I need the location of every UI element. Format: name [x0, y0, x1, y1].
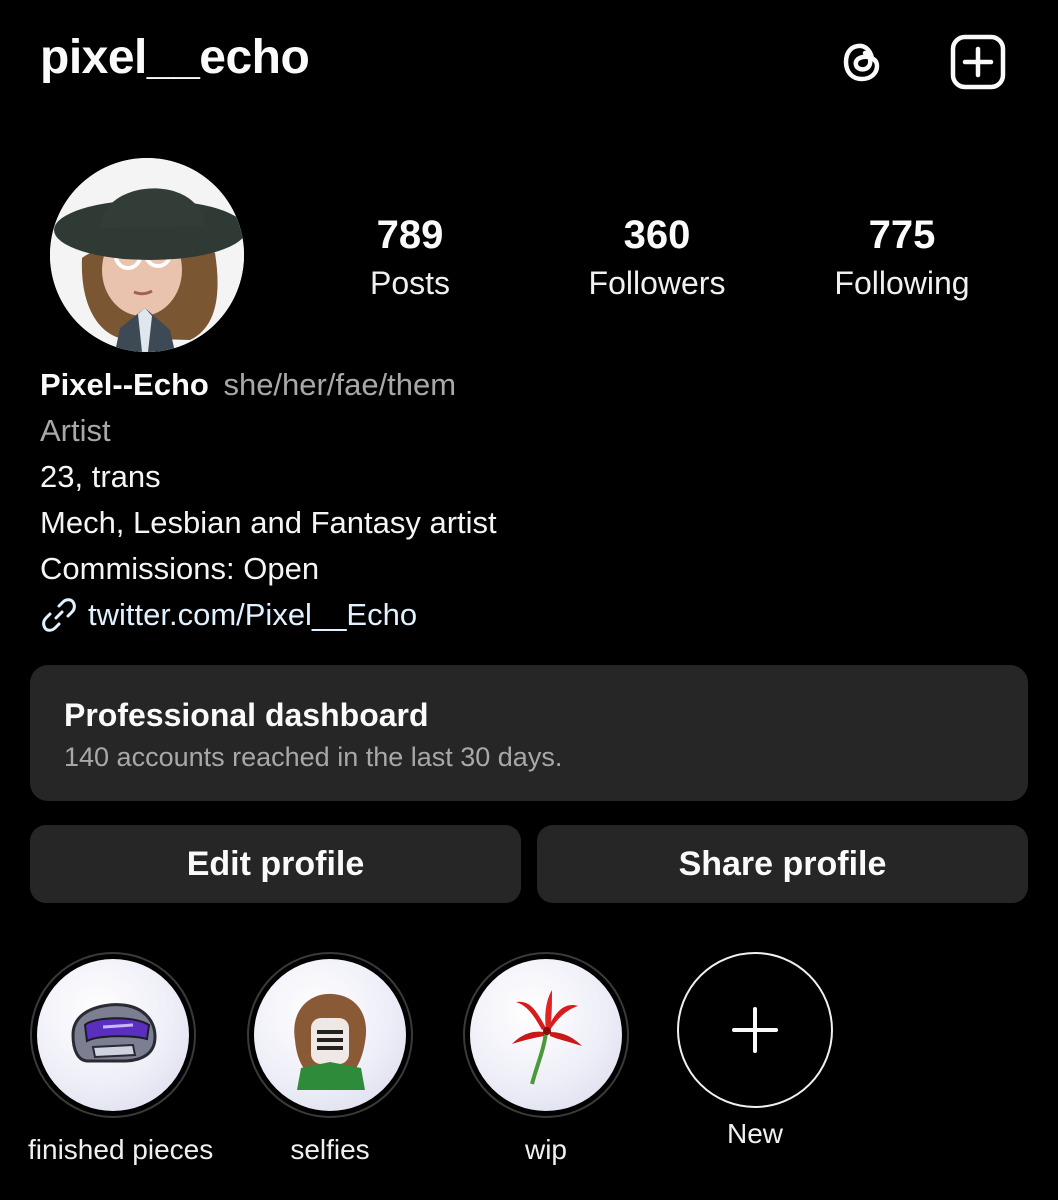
highlight-selfies[interactable]: selfies: [245, 952, 415, 1166]
profile-username[interactable]: pixel__echo: [40, 30, 310, 85]
bio-link-text: twitter.com/Pixel__Echo: [88, 597, 418, 632]
threads-icon[interactable]: [834, 34, 890, 90]
highlight-label: finished pieces: [28, 1134, 214, 1165]
link-icon: [42, 598, 76, 632]
bio-category: Artist: [40, 413, 111, 448]
highlight-ring: [463, 952, 629, 1118]
profile-avatar[interactable]: [50, 158, 244, 352]
bio-line: Mech, Lesbian and Fantasy artist: [40, 505, 497, 540]
following-count: 775: [868, 213, 936, 257]
mech-helmet-icon: [71, 1003, 157, 1063]
red-flower-icon: [512, 990, 582, 1085]
posts-count: 789: [376, 213, 444, 257]
edit-profile-button[interactable]: Edit profile: [30, 825, 521, 903]
highlight-cover: [37, 959, 189, 1111]
following-label: Following: [834, 265, 970, 301]
bio-name-row: Pixel--Echo she/her/fae/them: [40, 362, 497, 408]
posts-label: Posts: [369, 265, 451, 301]
posts-stat[interactable]: 789 Posts: [300, 212, 520, 302]
profile-page: pixel__echo 789 Posts 360 Followers 775 …: [0, 0, 1058, 1200]
display-name: Pixel--Echo: [40, 367, 209, 402]
bio-line: Commissions: Open: [40, 551, 320, 586]
dashboard-title: Professional dashboard: [64, 697, 429, 733]
highlight-finished-pieces[interactable]: finished pieces: [28, 952, 214, 1166]
highlight-label: wip: [524, 1134, 567, 1165]
following-stat[interactable]: 775 Following: [792, 212, 1012, 302]
followers-count: 360: [623, 213, 691, 257]
dashboard-subtitle: 140 accounts reached in the last 30 days…: [64, 742, 563, 772]
highlight-label: selfies: [290, 1134, 370, 1165]
bio-link[interactable]: twitter.com/Pixel__Echo: [40, 592, 497, 638]
highlight-label: New: [726, 1118, 783, 1149]
followers-stat[interactable]: 360 Followers: [547, 212, 767, 302]
highlight-ring: [30, 952, 196, 1118]
highlight-wip[interactable]: wip: [461, 952, 631, 1166]
masked-face-icon: [294, 993, 367, 1090]
highlight-cover: [254, 959, 406, 1111]
highlight-new[interactable]: New: [670, 952, 840, 1150]
plus-icon: [732, 1007, 778, 1053]
new-highlight-ring: [677, 952, 833, 1108]
highlight-cover: [470, 959, 622, 1111]
bio-line: 23, trans: [40, 459, 161, 494]
pronouns: she/her/fae/them: [223, 367, 457, 402]
add-post-icon[interactable]: [950, 34, 1006, 90]
profile-bio: Pixel--Echo she/her/fae/them Artist 23, …: [40, 362, 497, 638]
followers-label: Followers: [588, 265, 726, 301]
highlight-ring: [247, 952, 413, 1118]
share-profile-button[interactable]: Share profile: [537, 825, 1028, 903]
professional-dashboard[interactable]: Professional dashboard 140 accounts reac…: [30, 665, 1028, 801]
